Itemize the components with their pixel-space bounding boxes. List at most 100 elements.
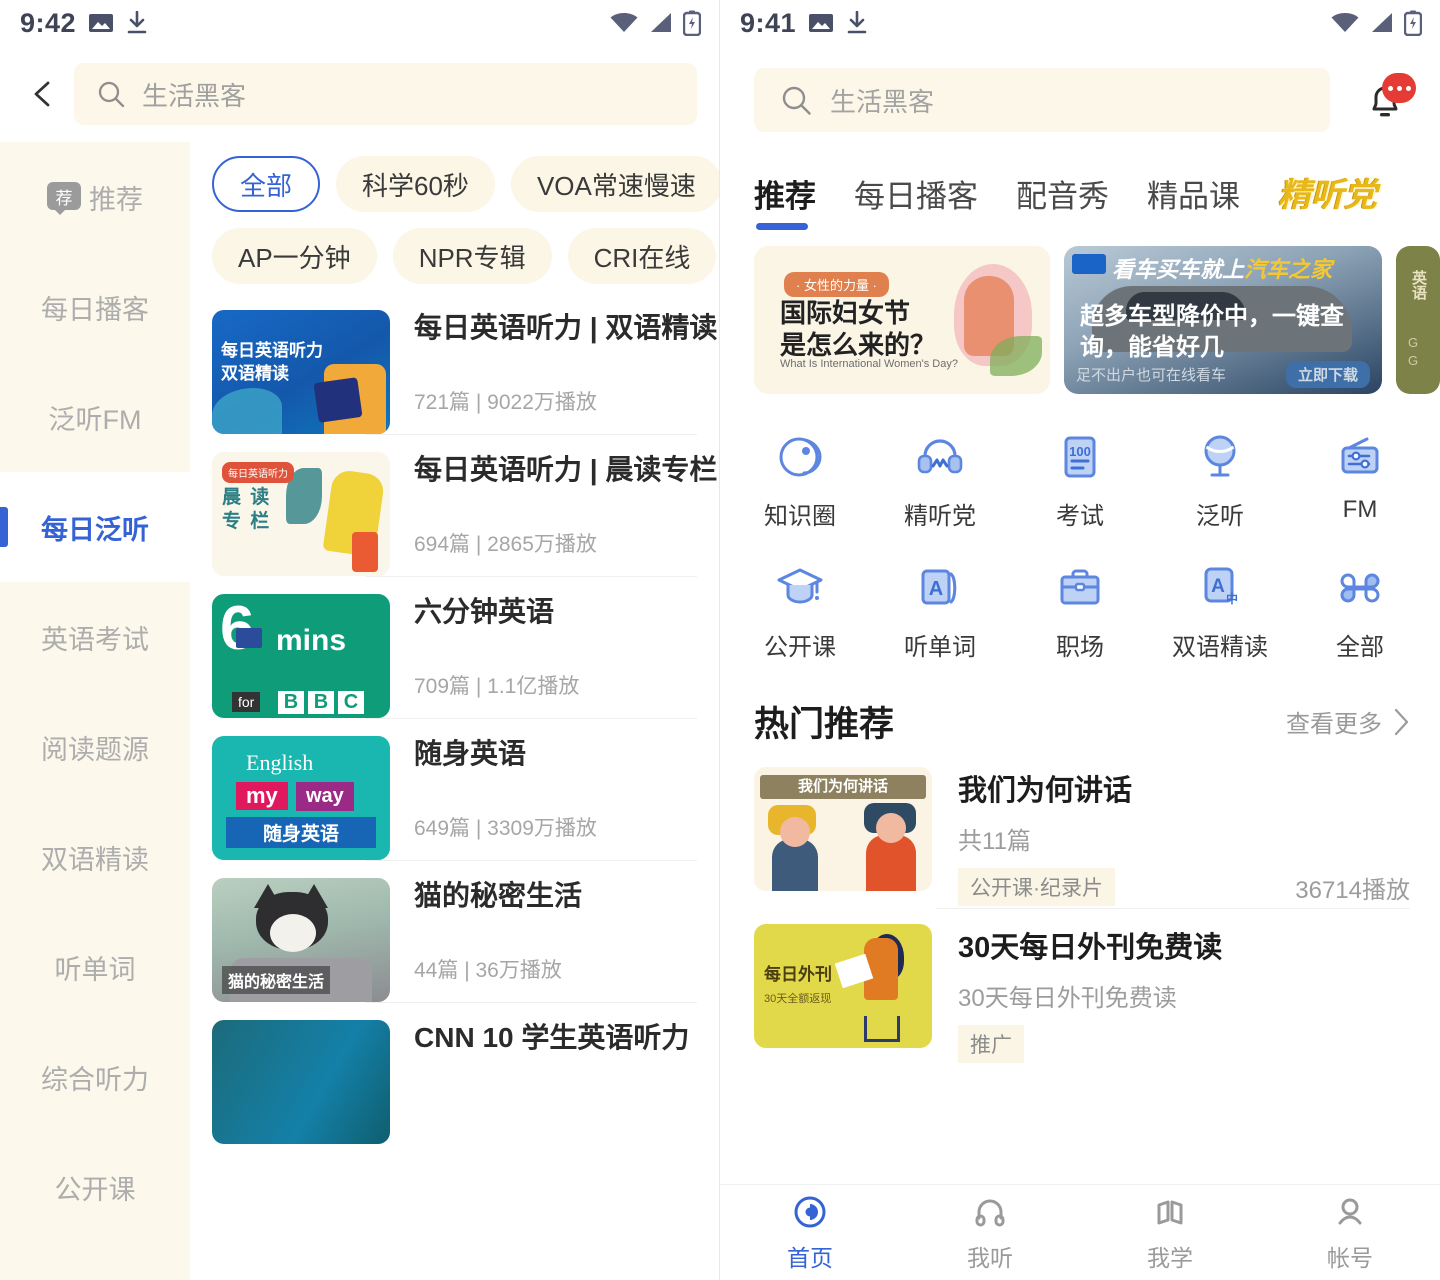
thumb-caption: 猫的秘密生活 <box>222 966 331 994</box>
quick-entry-grid: 知识圈 精听党 100 考试 泛听 FM 公开课 A 听单词 职场 A 中 双语… <box>720 394 1440 686</box>
program-thumbnail: 猫的秘密生活 <box>212 878 390 1002</box>
sidebar-item-meiribokee[interactable]: 每日播客 <box>0 252 190 362</box>
chip-ap[interactable]: AP一分钟 <box>212 228 377 284</box>
program-meta: 六分钟英语 709篇 | 1.1亿播放 <box>414 594 719 718</box>
list-item[interactable]: 6 mins for BBC 六分钟英语 709篇 | 1.1亿播放 <box>212 576 719 718</box>
quick-entry-quanbu[interactable]: 全部 <box>1290 549 1430 680</box>
signal-icon <box>1372 13 1392 32</box>
bottomnav-item-study[interactable]: 我学 <box>1080 1185 1260 1280</box>
quick-entry-label: FM <box>1342 496 1378 523</box>
dual-screenshot: 9:42 生活黑客 荐 推荐 每日播客 泛听FM 每日泛听 英语考试 阅读题源 … <box>0 0 1440 1280</box>
thumb-my: my <box>236 782 288 810</box>
sidebar-item-zongheting[interactable]: 综合听力 <box>0 1022 190 1132</box>
grid-all-icon <box>1340 573 1380 603</box>
chip-kexue60miao[interactable]: 科学60秒 <box>336 156 495 212</box>
quick-entry-fm[interactable]: FM <box>1290 418 1430 549</box>
program-thumbnail: 每日英语听力 双语精读 <box>212 310 390 434</box>
quick-entry-tingdanci[interactable]: A 听单词 <box>870 549 1010 680</box>
notification-bell-button[interactable] <box>1356 71 1416 129</box>
list-item[interactable]: 猫的秘密生活 猫的秘密生活 44篇 | 36万播放 <box>212 860 719 1002</box>
quick-entry-jingtingdang[interactable]: 精听党 <box>870 418 1010 549</box>
headphone-icon <box>975 1199 1005 1226</box>
chip-voa[interactable]: VOA常速慢速 <box>510 156 719 212</box>
tab-peiyinxiu[interactable]: 配音秀 <box>1016 171 1109 232</box>
battery-charging-icon <box>683 10 701 36</box>
hot-thumbnail: 每日外刊 30天全额返现 <box>754 924 932 1048</box>
chevron-right-icon <box>1394 708 1409 735</box>
list-item[interactable]: 每日英语听力 双语精读 每日英语听力 | 双语精读 721篇 | 9022万播放 <box>212 292 719 434</box>
thumb-way: way <box>296 782 354 811</box>
status-right-group <box>1330 10 1422 36</box>
left-search-header: 生活黑客 <box>0 46 719 142</box>
quick-entry-label: 全部 <box>1336 634 1384 661</box>
banner-womens-day[interactable]: · 女性的力量 · 国际妇女节 是怎么来的？ What Is Internatio… <box>754 246 1050 394</box>
quick-entry-row-1: 知识圈 精听党 100 考试 泛听 FM <box>730 418 1430 549</box>
sidebar-item-shuangyujingdu[interactable]: 双语精读 <box>0 802 190 912</box>
sidebar-item-tingdanci[interactable]: 听单词 <box>0 912 190 1022</box>
hot-list-item[interactable]: 我们为何讲话 我们为何讲话 共11篇 公开课·纪录片 36714播放 <box>720 749 1440 906</box>
svg-text:100: 100 <box>1069 444 1091 459</box>
program-title: 每日英语听力 | 双语精读 <box>414 312 718 343</box>
recommend-badge-icon: 荐 <box>47 182 81 215</box>
search-placeholder: 生活黑客 <box>830 86 935 117</box>
sidebar-item-tuijian[interactable]: 荐 推荐 <box>0 142 190 252</box>
status-time: 9:42 <box>20 7 77 38</box>
search-input[interactable]: 生活黑客 <box>754 68 1330 132</box>
sidebar-item-yuedutiyuan[interactable]: 阅读题源 <box>0 692 190 802</box>
banner-partial-next[interactable]: 英语 GG <box>1396 246 1440 394</box>
bottomnav-item-listen[interactable]: 我听 <box>900 1185 1080 1280</box>
sidebar-item-meirifanting[interactable]: 每日泛听 <box>0 472 190 582</box>
search-input[interactable]: 生活黑客 <box>74 63 697 125</box>
quick-entry-shuangyujingdu[interactable]: A 中 双语精读 <box>1150 549 1290 680</box>
tab-jingpinke[interactable]: 精品课 <box>1147 171 1240 232</box>
right-search-header: 生活黑客 <box>720 46 1440 154</box>
quick-entry-fanting[interactable]: 泛听 <box>1150 418 1290 549</box>
hot-subtitle: 共11篇 <box>958 828 1031 855</box>
sidebar-item-fantingfm[interactable]: 泛听FM <box>0 362 190 472</box>
banner-footnote: 足不出户也可在线看车 <box>1076 367 1227 384</box>
program-title: CNN 10 学生英语听力 <box>414 1022 690 1053</box>
tab-meiribokee[interactable]: 每日播客 <box>854 171 978 232</box>
sidebar-item-gongkaike[interactable]: 公开课 <box>0 1132 190 1242</box>
quick-entry-kaoshi[interactable]: 100 考试 <box>1010 418 1150 549</box>
tab-jingtingdang[interactable]: 精听党 <box>1278 168 1377 232</box>
bottomnav-item-home[interactable]: 首页 <box>720 1185 900 1280</box>
sidebar-item-yingyukaoshi[interactable]: 英语考试 <box>0 582 190 692</box>
tab-tuijian[interactable]: 推荐 <box>754 171 816 232</box>
banner-brand: 看车买车就上 <box>1112 257 1245 282</box>
quick-entry-gongkaike[interactable]: 公开课 <box>730 549 870 680</box>
radio-icon <box>1341 437 1379 474</box>
chip-cri[interactable]: CRI在线 <box>567 228 717 284</box>
quick-entry-label: 精听党 <box>904 503 976 530</box>
chip-quanbu[interactable]: 全部 <box>212 156 321 212</box>
word-cards-icon: A <box>921 569 957 605</box>
view-more-button[interactable]: 查看更多 <box>1286 704 1410 739</box>
chip-npr[interactable]: NPR专辑 <box>392 228 552 284</box>
bottom-navigation-bar: 首页 我听 我学 帐号 <box>720 1184 1440 1280</box>
program-thumbnail <box>212 1020 390 1144</box>
banner-cta-button[interactable]: 立即下载 <box>1285 361 1370 388</box>
list-item[interactable]: 每日英语听力 晨 读专 栏 每日英语听力 | 晨读专栏 694篇 | 2865万… <box>212 434 719 576</box>
knowledge-circle-icon <box>779 437 822 477</box>
quick-entry-label: 双语精读 <box>1172 634 1268 661</box>
account-icon <box>1338 1198 1362 1224</box>
quick-entry-zhichang[interactable]: 职场 <box>1010 549 1150 680</box>
hot-list-item[interactable]: 每日外刊 30天全额返现 30天每日外刊免费读 30天每日外刊免费读 推广 <box>720 906 1440 1063</box>
quick-entry-zhishiquan[interactable]: 知识圈 <box>730 418 870 549</box>
left-main-content: 全部 科学60秒 VOA常速慢速 C AP一分钟 NPR专辑 CRI在线 经 每… <box>190 142 719 1280</box>
list-item[interactable]: CNN 10 学生英语听力 <box>212 1002 719 1144</box>
program-title: 猫的秘密生活 <box>414 880 583 911</box>
section-title: 热门推荐 <box>754 705 895 744</box>
hot-subtitle: 30天每日外刊免费读 <box>958 985 1177 1012</box>
quick-entry-row-2: 公开课 A 听单词 职场 A 中 双语精读 全部 <box>730 549 1430 680</box>
hot-footer: 推广 <box>958 1025 1410 1063</box>
right-panel: 9:41 生活黑客 推荐 每日播客 配音秀 精品课 精听党 · 女性的力量 · … <box>720 0 1440 1280</box>
left-body: 荐 推荐 每日播客 泛听FM 每日泛听 英语考试 阅读题源 双语精读 听单词 综… <box>0 142 719 1280</box>
hot-footer: 公开课·纪录片 36714播放 <box>958 868 1410 906</box>
thumb-for: for <box>232 692 261 712</box>
thumb-line2: 双语精读 <box>221 363 289 383</box>
bottomnav-item-account[interactable]: 帐号 <box>1260 1185 1440 1280</box>
banner-autohome-ad[interactable]: 看车买车就上汽车之家 超多车型降价中，一键查询，能省好几 足不出户也可在线看车 … <box>1064 246 1382 394</box>
back-chevron-icon[interactable] <box>28 79 58 109</box>
list-item[interactable]: English my way 随身英语 随身英语 649篇 | 3309万播放 <box>212 718 719 860</box>
